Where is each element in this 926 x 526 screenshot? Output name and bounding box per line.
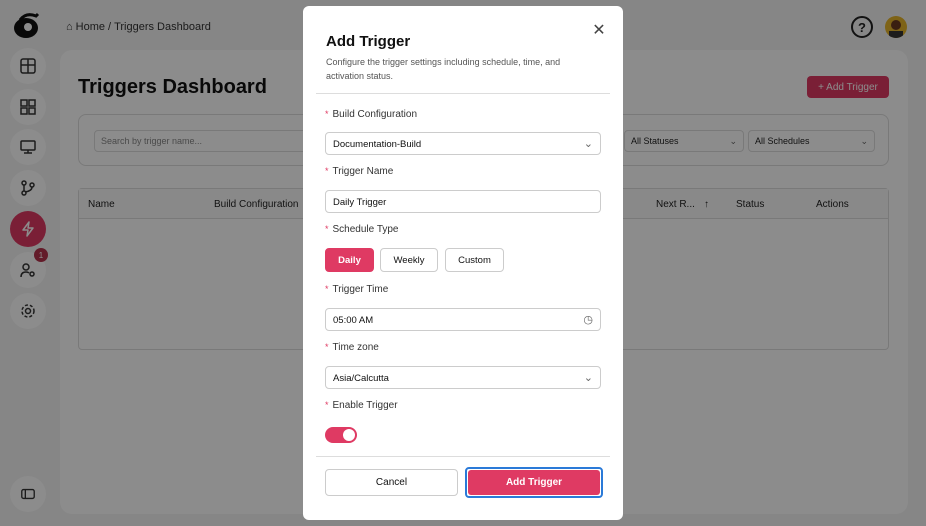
cancel-button[interactable]: Cancel (325, 469, 458, 496)
trigger-name-input[interactable]: Daily Trigger (325, 190, 601, 213)
dialog-title: Add Trigger (326, 33, 411, 50)
timezone-label: * Time zone (325, 342, 379, 353)
schedule-weekly-button[interactable]: Weekly (380, 248, 438, 272)
add-trigger-dialog: Add Trigger ✕ Configure the trigger sett… (303, 6, 623, 520)
required-mark: * (325, 224, 329, 234)
enable-trigger-label: * Enable Trigger (325, 400, 398, 411)
trigger-name-value: Daily Trigger (333, 197, 387, 208)
close-icon[interactable]: ✕ (591, 23, 607, 39)
submit-label: Add Trigger (468, 470, 600, 495)
trigger-time-value: 05:00 AM (333, 315, 374, 326)
chevron-down-icon: ⌄ (583, 138, 593, 150)
enable-trigger-toggle[interactable] (325, 427, 357, 443)
schedule-custom-button[interactable]: Custom (445, 248, 504, 272)
clock-icon: ◷ (583, 314, 593, 326)
divider (316, 93, 610, 94)
trigger-name-label: * Trigger Name (325, 166, 393, 177)
dialog-description: Configure the trigger settings including… (326, 57, 561, 81)
enable-trigger-label-text: Enable Trigger (332, 400, 398, 411)
trigger-time-label-text: Trigger Time (332, 284, 389, 295)
trigger-name-label-text: Trigger Name (332, 166, 394, 177)
trigger-time-label: * Trigger Time (325, 284, 388, 295)
chevron-down-icon: ⌄ (583, 372, 593, 384)
toggle-knob (343, 429, 355, 441)
schedule-type-label: * Schedule Type (325, 224, 399, 235)
divider (316, 456, 610, 457)
build-config-value: Documentation-Build (333, 139, 422, 150)
schedule-daily-button[interactable]: Daily (325, 248, 374, 272)
timezone-value: Asia/Calcutta (333, 373, 389, 384)
timezone-label-text: Time zone (332, 342, 379, 353)
schedule-type-label-text: Schedule Type (332, 224, 399, 235)
submit-add-trigger-button[interactable]: Add Trigger (465, 467, 603, 498)
required-mark: * (325, 342, 329, 352)
trigger-time-input[interactable]: 05:00 AM ◷ (325, 308, 601, 331)
required-mark: * (325, 166, 329, 176)
required-mark: * (325, 284, 329, 294)
timezone-select[interactable]: Asia/Calcutta ⌄ (325, 366, 601, 389)
required-mark: * (325, 400, 329, 410)
build-config-label-text: Build Configuration (332, 109, 418, 120)
build-config-label: * Build Configuration (325, 109, 417, 120)
required-mark: * (325, 109, 329, 119)
build-config-select[interactable]: Documentation-Build ⌄ (325, 132, 601, 155)
